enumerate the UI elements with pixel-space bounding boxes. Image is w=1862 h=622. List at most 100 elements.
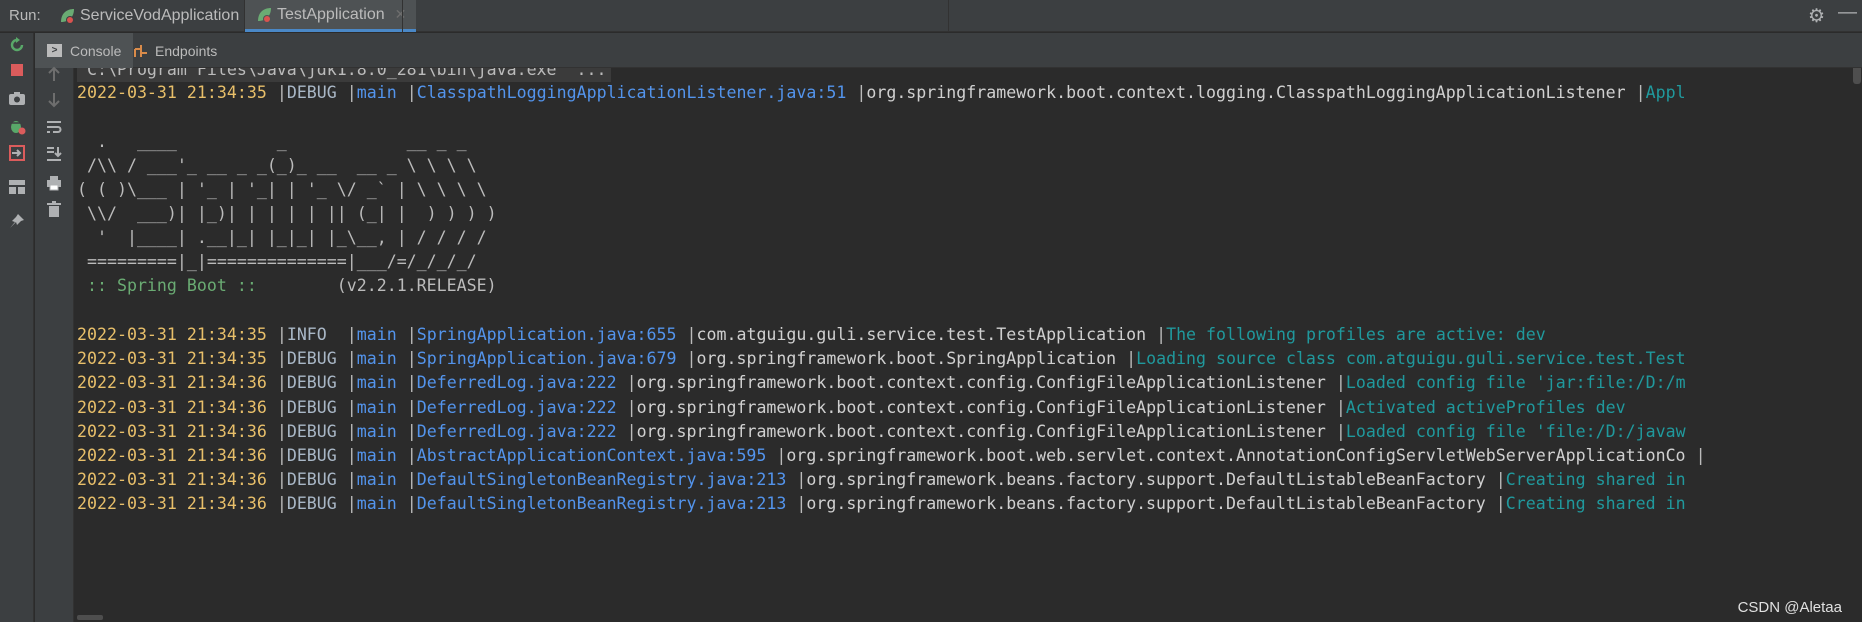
log-message: Loaded config file 'jar:file:/D:/m bbox=[1345, 373, 1686, 393]
log-line: 2022-03-31 21:34:36 |DEBUG |main |Defaul… bbox=[77, 470, 1686, 490]
log-line: 2022-03-31 21:34:35 |INFO |main |SpringA… bbox=[77, 325, 1546, 344]
log-thread: main bbox=[356, 83, 397, 102]
log-level: DEBUG bbox=[286, 446, 337, 465]
log-message: Loaded config file 'file:/D:/javaw bbox=[1345, 421, 1686, 441]
watermark: CSDN @Aletaa bbox=[1737, 599, 1842, 616]
spring-leaf-icon bbox=[258, 7, 271, 23]
log-class: org.springframework.boot.context.config.… bbox=[636, 397, 1326, 417]
tab-endpoints[interactable]: Endpoints bbox=[127, 33, 223, 68]
minimize-icon[interactable]: — bbox=[1838, 2, 1857, 24]
log-source-link[interactable]: AbstractApplicationContext.java:595 bbox=[417, 446, 767, 465]
log-level: DEBUG bbox=[286, 397, 337, 417]
debug-bug-icon[interactable] bbox=[5, 114, 29, 138]
log-class: org.springframework.boot.context.config.… bbox=[636, 373, 1326, 393]
log-timestamp: 2022-03-31 21:34:36 bbox=[77, 494, 267, 514]
banner-line: =========|_|==============|___/=/_/_/_/ bbox=[77, 252, 477, 271]
rerun-icon[interactable] bbox=[5, 33, 29, 57]
log-message: Loading source class com.atguigu.guli.se… bbox=[1136, 349, 1686, 369]
log-timestamp: 2022-03-31 21:34:36 bbox=[77, 373, 267, 393]
log-thread: main bbox=[356, 373, 397, 393]
spring-leaf-icon bbox=[61, 9, 74, 24]
log-message: Appl bbox=[1645, 83, 1686, 102]
banner-line: ' |____| .__|_| |_|_| |_\__, | / / / / bbox=[77, 228, 487, 247]
log-message: The following profiles are active: dev bbox=[1166, 325, 1546, 344]
log-thread: main bbox=[356, 397, 397, 417]
log-class: org.springframework.beans.factory.suppor… bbox=[806, 494, 1486, 514]
log-line: 2022-03-31 21:34:36 |DEBUG |main |Abstra… bbox=[77, 446, 1706, 465]
print-icon[interactable] bbox=[42, 171, 66, 195]
log-timestamp: 2022-03-31 21:34:35 bbox=[77, 325, 267, 344]
log-class: org.springframework.boot.context.logging… bbox=[866, 83, 1626, 102]
tab-service-vod-application[interactable]: ServiceVodApplication ✕ bbox=[50, 0, 269, 32]
run-actions-toolbar bbox=[0, 33, 34, 622]
log-level: INFO bbox=[286, 325, 337, 344]
java-command-line: "C:\Program Files\Java\jdk1.8.0_281\bin\… bbox=[77, 68, 611, 82]
banner-line: . ____ _ __ _ _ bbox=[77, 132, 467, 151]
banner-line: \\/ ___)| |_)| | | | | || (_| | ) ) ) ) bbox=[77, 204, 497, 223]
log-source-link[interactable]: DefaultSingletonBeanRegistry.java:213 bbox=[417, 470, 787, 489]
exit-icon[interactable] bbox=[5, 141, 29, 165]
scroll-to-end-icon[interactable] bbox=[42, 142, 66, 166]
console-output[interactable]: "C:\Program Files\Java\jdk1.8.0_281\bin\… bbox=[75, 68, 1862, 622]
log-line: 2022-03-31 21:34:35 |DEBUG |main |Spring… bbox=[77, 349, 1686, 369]
console-icon: > bbox=[47, 44, 62, 57]
log-level: DEBUG bbox=[286, 421, 337, 441]
log-level: DEBUG bbox=[286, 470, 337, 490]
arrow-up-icon[interactable] bbox=[42, 62, 66, 86]
log-message: Creating shared in bbox=[1505, 494, 1686, 514]
log-source-link[interactable]: DeferredLog.java:222 bbox=[417, 422, 617, 441]
log-timestamp: 2022-03-31 21:34:35 bbox=[77, 349, 267, 369]
endpoints-icon bbox=[134, 44, 147, 57]
banner-line: /\\ / ___'_ __ _ _(_)_ __ __ _ \ \ \ \ bbox=[77, 156, 477, 175]
spring-boot-label: :: Spring Boot :: bbox=[77, 276, 267, 295]
log-level: DEBUG bbox=[286, 83, 337, 102]
log-class: com.atguigu.guli.service.test.TestApplic… bbox=[696, 325, 1147, 344]
log-line: 2022-03-31 21:34:36 |DEBUG |main |Deferr… bbox=[77, 373, 1686, 393]
log-source-link[interactable]: SpringApplication.java:679 bbox=[417, 349, 677, 368]
console-actions-toolbar bbox=[35, 66, 74, 622]
layout-icon[interactable] bbox=[5, 175, 29, 199]
log-line: 2022-03-31 21:34:36 |DEBUG |main |Deferr… bbox=[77, 421, 1686, 441]
log-source-link[interactable]: DeferredLog.java:222 bbox=[417, 398, 617, 417]
camera-icon[interactable] bbox=[5, 86, 29, 110]
tab-test-application[interactable]: TestApplication ✕ bbox=[245, 0, 417, 32]
spring-boot-version-line: :: Spring Boot :: (v2.2.1.RELEASE) bbox=[77, 274, 497, 298]
console-tab-bar: > Console Endpoints bbox=[35, 33, 1862, 68]
gear-icon[interactable]: ⚙ bbox=[1808, 5, 1825, 28]
spring-boot-version: (v2.2.1.RELEASE) bbox=[266, 276, 497, 295]
log-source-link[interactable]: DeferredLog.java:222 bbox=[417, 373, 617, 392]
tab-label: Endpoints bbox=[155, 42, 218, 59]
log-line: 2022-03-31 21:34:36 |DEBUG |main |Deferr… bbox=[77, 397, 1626, 417]
log-thread: main bbox=[356, 494, 397, 514]
log-level: DEBUG bbox=[286, 349, 337, 369]
log-thread: main bbox=[356, 446, 397, 465]
log-class: org.springframework.beans.factory.suppor… bbox=[806, 470, 1486, 490]
log-source-link[interactable]: SpringApplication.java:655 bbox=[417, 325, 677, 344]
run-label: Run: bbox=[9, 7, 41, 24]
trash-icon[interactable] bbox=[42, 197, 66, 221]
close-icon[interactable]: ✕ bbox=[395, 6, 407, 23]
tab-label: ServiceVodApplication bbox=[80, 7, 240, 24]
vertical-scrollbar[interactable] bbox=[1853, 68, 1861, 84]
log-line: 2022-03-31 21:34:36 |DEBUG |main |Defaul… bbox=[77, 494, 1686, 514]
log-line: 2022-03-31 21:34:35 |DEBUG |main |Classp… bbox=[77, 83, 1686, 102]
log-source-link[interactable]: DefaultSingletonBeanRegistry.java:213 bbox=[417, 494, 787, 513]
log-message: Creating shared in bbox=[1505, 470, 1686, 490]
log-timestamp: 2022-03-31 21:34:35 bbox=[77, 83, 267, 102]
log-thread: main bbox=[356, 421, 397, 441]
pin-icon[interactable] bbox=[5, 209, 29, 233]
arrow-down-icon[interactable] bbox=[42, 88, 66, 112]
log-level: DEBUG bbox=[286, 373, 337, 393]
tab-label: Console bbox=[70, 42, 122, 59]
log-timestamp: 2022-03-31 21:34:36 bbox=[77, 470, 267, 490]
log-class: org.springframework.boot.web.servlet.con… bbox=[786, 446, 1686, 465]
log-source-link[interactable]: ClasspathLoggingApplicationListener.java… bbox=[417, 83, 847, 102]
log-class: org.springframework.boot.context.config.… bbox=[636, 421, 1326, 441]
log-level: DEBUG bbox=[286, 494, 337, 514]
log-message: Activated activeProfiles dev bbox=[1345, 397, 1626, 417]
log-timestamp: 2022-03-31 21:34:36 bbox=[77, 397, 267, 417]
banner-line: ( ( )\___ | '_ | '_| | '_ \/ _` | \ \ \ … bbox=[77, 180, 487, 199]
soft-wrap-icon[interactable] bbox=[42, 115, 66, 139]
horizontal-scrollbar[interactable] bbox=[77, 615, 103, 620]
stop-icon[interactable] bbox=[5, 58, 29, 82]
